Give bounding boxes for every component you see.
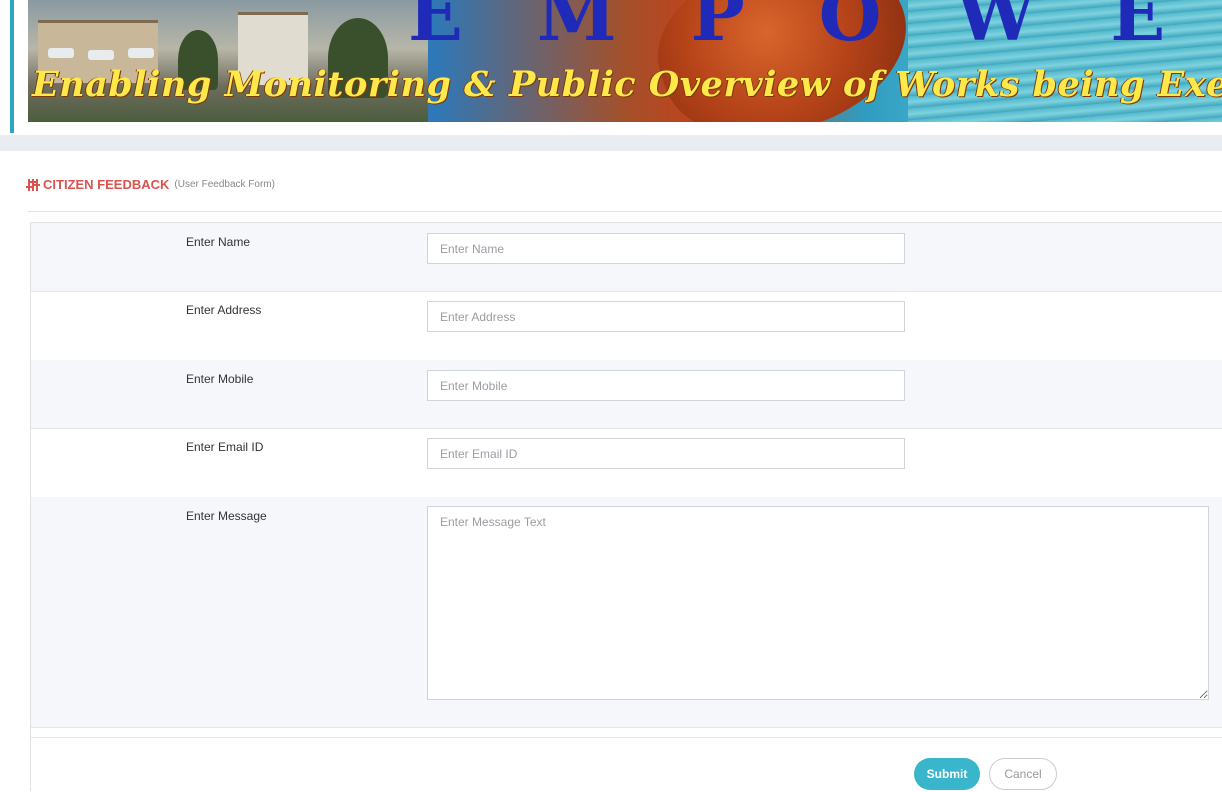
email-label: Enter Email ID [186,440,264,454]
banner-title-letters: E M P O W E R M E N T [408,0,1170,57]
form-row-message: Enter Message [31,497,1222,728]
form-row-email: Enter Email ID [31,428,1222,498]
form-row-name: Enter Name [31,223,1222,292]
banner-tagline: Enabling Monitoring & Public Overview of… [32,64,1222,105]
mobile-label: Enter Mobile [186,372,254,386]
submit-button[interactable]: Submit [914,758,980,790]
address-label: Enter Address [186,303,262,317]
form-actions: Submit Cancel [31,737,1222,792]
page-title-text: CITIZEN FEEDBACK [43,177,170,192]
page-subtitle: (User Feedback Form) [174,179,275,190]
cancel-button[interactable]: Cancel [989,758,1057,790]
email-input[interactable] [427,438,905,469]
name-label: Enter Name [186,235,251,249]
form-row-mobile: Enter Mobile [31,360,1222,429]
left-accent-rule [10,0,14,133]
header-divider [0,135,1222,151]
message-label: Enter Message [186,509,267,523]
title-divider [28,211,1222,212]
mobile-input[interactable] [427,370,905,401]
sliders-icon [26,178,40,191]
page-title: CITIZEN FEEDBACK (User Feedback Form) [26,177,275,192]
name-input[interactable] [427,233,905,264]
feedback-form: Enter Name Enter Address Enter Mobile En… [30,222,1222,791]
header-banner: E M P O W E R M E N T Enabling Monitorin… [28,0,1222,122]
form-row-address: Enter Address [31,291,1222,361]
address-input[interactable] [427,301,905,332]
message-textarea[interactable] [427,506,1209,700]
